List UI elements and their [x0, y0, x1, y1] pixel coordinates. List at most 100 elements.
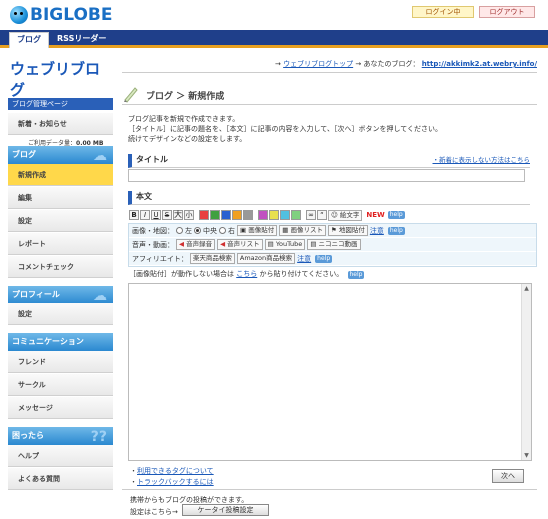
- sidebar-item-comment-check[interactable]: コメントチェック: [8, 256, 113, 278]
- sidebar-item-report[interactable]: レポート: [8, 233, 113, 255]
- attention-link[interactable]: 注意: [297, 254, 311, 264]
- align-right-radio[interactable]: [219, 227, 226, 234]
- sidebar-item-faq[interactable]: よくある質問: [8, 468, 113, 490]
- link-icon[interactable]: ∞: [306, 210, 316, 220]
- image-list-label: 画像リスト: [290, 226, 323, 234]
- hide-from-new-link[interactable]: ・新着に表示しない方法はこちら: [433, 154, 531, 166]
- color-blue-icon[interactable]: [221, 210, 231, 220]
- image-paste-note: ［画像貼付］が動作しない場合は こちら から貼り付けてください。 help: [129, 269, 365, 279]
- sidebar-item-blog-settings[interactable]: 設定: [8, 210, 113, 232]
- audio-record-button[interactable]: ◀ 音声録音: [176, 239, 216, 250]
- note-here-link[interactable]: こちら: [236, 270, 257, 278]
- align-right-label: 右: [228, 226, 235, 235]
- intro-line: 続けてデザインなどの設定をします。: [128, 135, 247, 143]
- emoji-button[interactable]: ☺ 絵文字: [328, 209, 363, 221]
- body-textarea[interactable]: ▲ ▼: [128, 283, 532, 461]
- color-green-icon[interactable]: [210, 210, 220, 220]
- image-map-row: 画像・地図： 左 中央 右 ▣ 画像貼付 ▦ 画像リスト ⚑ 地図貼付 注意 h…: [129, 224, 536, 238]
- audio-record-label: 音声録音: [186, 240, 213, 248]
- sidebar-item-help[interactable]: ヘルプ: [8, 445, 113, 467]
- scroll-down-icon[interactable]: ▼: [522, 451, 531, 460]
- nicovideo-button[interactable]: ▤ ニコニコ動画: [307, 239, 361, 250]
- sidebar-item-messages[interactable]: メッセージ: [8, 397, 113, 419]
- sidebar-item-circle[interactable]: サークル: [8, 374, 113, 396]
- color-gray-icon[interactable]: [243, 210, 253, 220]
- arrow-icon: →: [275, 60, 281, 68]
- align-left-label: 左: [185, 226, 192, 235]
- header: BIGLOBE ログイン中 ログアウト: [0, 0, 548, 30]
- affiliate-row: アフィリエイト： 楽天商品検索 Amazon商品検索 注意 help: [129, 252, 536, 266]
- underline-button[interactable]: U: [151, 210, 161, 220]
- your-blog-label: → あなたのブログ：: [355, 60, 420, 68]
- tags-help-link[interactable]: 利用できるタグについて: [137, 467, 214, 475]
- nicovideo-label: ニコニコ動画: [318, 240, 358, 248]
- sidebar-section-blog: ブログ ☁: [8, 146, 113, 164]
- align-left-radio[interactable]: [176, 227, 183, 234]
- help-badge[interactable]: help: [347, 271, 365, 279]
- italic-button[interactable]: I: [140, 210, 150, 220]
- link-your-blog-url[interactable]: http://akkimk2.at.webry.info/: [422, 60, 537, 68]
- page-header: ブログ ＞ 新規作成: [122, 87, 537, 105]
- note-text: から貼り付けてください。: [259, 270, 344, 278]
- sidebar-item-news[interactable]: 新着・お知らせ: [8, 113, 113, 135]
- scroll-up-icon[interactable]: ▲: [522, 284, 531, 293]
- audio-video-row: 音声・動画： ◀ 音声録音 ◀ 音声リスト ▤ YouTube ▤ ニコニコ動画: [129, 238, 536, 252]
- rakuten-search-button[interactable]: 楽天商品検索: [189, 253, 235, 264]
- body-section-label: 本文: [136, 192, 152, 201]
- attention-link[interactable]: 注意: [370, 226, 384, 236]
- link-blog-top[interactable]: ウェブリブログトップ: [283, 60, 353, 68]
- sidebar-item-friends[interactable]: フレンド: [8, 351, 113, 373]
- image-paste-button[interactable]: ▣ 画像貼付: [237, 225, 278, 236]
- sidebar-title[interactable]: ウェブリブログ: [10, 58, 113, 100]
- next-button[interactable]: 次へ: [492, 469, 524, 483]
- intro-line: ［タイトル］に記事の題名を、［本文］に記事の内容を入力して、［次へ］ボタンを押し…: [128, 125, 443, 133]
- title-section-header: タイトル ・新着に表示しない方法はこちら: [128, 154, 530, 168]
- bg-purple-icon[interactable]: [258, 210, 268, 220]
- align-center-label: 中央: [203, 226, 217, 235]
- image-list-button[interactable]: ▦ 画像リスト: [279, 225, 326, 236]
- section-title: コミュニケーション: [12, 337, 84, 346]
- sidebar-item-profile-settings[interactable]: 設定: [8, 303, 113, 325]
- font-smaller-button[interactable]: 小: [184, 210, 194, 220]
- sidebar: ウェブリブログ ご利用データ量：0.00 MB ブログ管理ページ 新着・お知らせ…: [8, 51, 113, 519]
- help-links: ・利用できるタグについて ・トラックバックするには: [130, 467, 214, 486]
- title-input[interactable]: [128, 169, 525, 182]
- font-larger-button[interactable]: 大: [173, 210, 183, 220]
- quote-icon[interactable]: “: [317, 210, 327, 220]
- color-orange-icon[interactable]: [232, 210, 242, 220]
- logout-button[interactable]: ログアウト: [479, 6, 535, 18]
- sidebar-section-help: 困ったら??: [8, 427, 113, 445]
- mobile-post-settings-button[interactable]: ケータイ投稿設定: [182, 504, 269, 516]
- align-center-radio[interactable]: [194, 227, 201, 234]
- bold-button[interactable]: B: [129, 210, 139, 220]
- decoration-icon: ☁: [93, 148, 107, 164]
- bg-cyan-icon[interactable]: [280, 210, 290, 220]
- section-title: プロフィール: [12, 290, 60, 299]
- help-badge[interactable]: help: [387, 226, 405, 235]
- body-section-header: 本文: [128, 191, 530, 205]
- help-badge[interactable]: help: [315, 254, 333, 263]
- help-badge[interactable]: help: [387, 211, 405, 219]
- sidebar-section-profile: プロフィール ☁: [8, 286, 113, 304]
- biglobe-logo[interactable]: BIGLOBE: [10, 5, 113, 25]
- youtube-button[interactable]: ▤ YouTube: [264, 239, 306, 250]
- audio-list-label: 音声リスト: [227, 240, 260, 248]
- amazon-search-button[interactable]: Amazon商品検索: [236, 253, 296, 264]
- title-section-label: タイトル: [136, 155, 168, 164]
- tab-rss-reader[interactable]: RSSリーダー: [50, 32, 113, 48]
- audio-video-label: 音声・動画：: [132, 240, 174, 249]
- logo-text: BIGLOBE: [30, 5, 113, 25]
- sidebar-item-edit[interactable]: 編集: [8, 187, 113, 209]
- map-paste-button[interactable]: ⚑ 地図貼付: [327, 225, 368, 236]
- color-red-icon[interactable]: [199, 210, 209, 220]
- youtube-label: YouTube: [275, 240, 303, 248]
- trackback-help-link[interactable]: トラックバックするには: [137, 478, 214, 486]
- section-title: ブログ: [12, 150, 36, 159]
- textarea-scrollbar[interactable]: ▲ ▼: [521, 284, 531, 460]
- strikethrough-button[interactable]: S: [162, 210, 172, 220]
- tab-blog[interactable]: ブログ: [9, 32, 49, 48]
- bg-yellow-icon[interactable]: [269, 210, 279, 220]
- bg-lightgreen-icon[interactable]: [291, 210, 301, 220]
- sidebar-item-new-post[interactable]: 新規作成: [8, 164, 113, 186]
- audio-list-button[interactable]: ◀ 音声リスト: [217, 239, 263, 250]
